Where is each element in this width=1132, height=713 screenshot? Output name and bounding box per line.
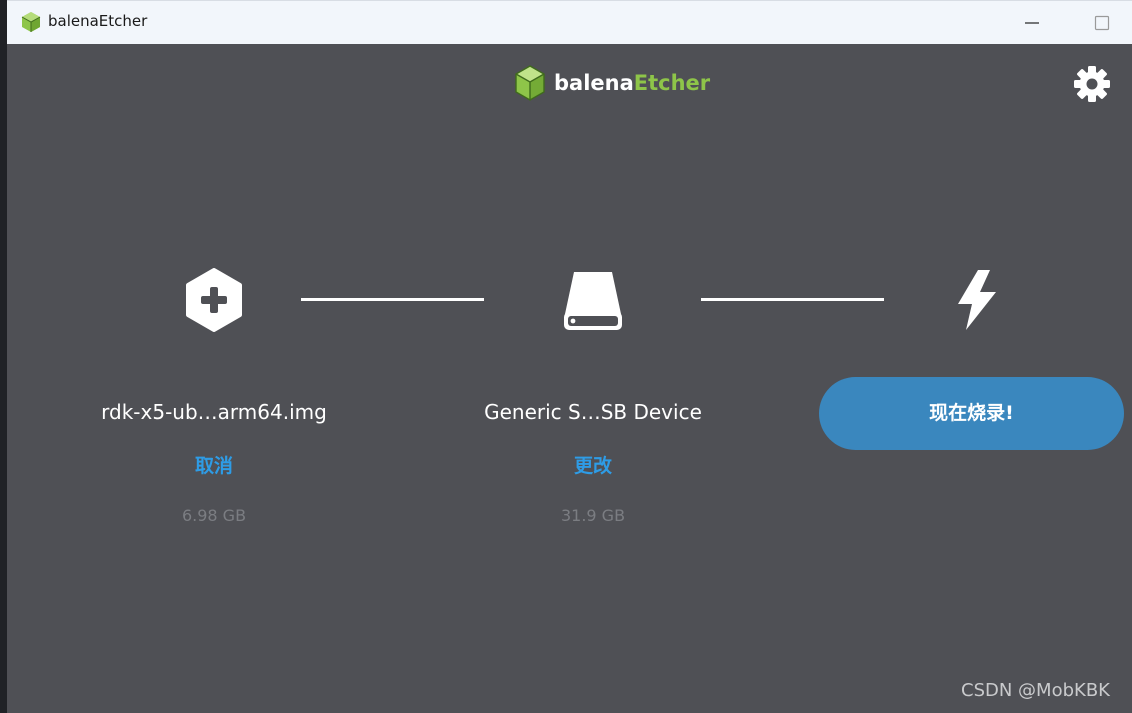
source-size: 6.98 GB xyxy=(181,506,247,525)
target-size: 31.9 GB xyxy=(560,506,626,525)
change-target-link[interactable]: 更改 xyxy=(543,451,643,478)
brand-name: balenaEtcher xyxy=(554,71,710,95)
plus-hexagon-icon[interactable] xyxy=(184,268,244,332)
connector-line-2 xyxy=(701,298,884,301)
drive-icon[interactable] xyxy=(562,268,624,332)
brand-part1: balena xyxy=(554,71,634,95)
window-title: balenaEtcher xyxy=(48,12,148,30)
target-device-name: Generic S…SB Device xyxy=(484,400,702,424)
flash-button[interactable]: 现在烧录! xyxy=(819,377,1124,450)
minimize-button[interactable] xyxy=(1009,7,1055,39)
gear-icon xyxy=(1074,66,1110,102)
maximize-icon xyxy=(1094,15,1110,31)
lightning-icon xyxy=(958,270,996,330)
settings-button[interactable] xyxy=(1073,65,1111,103)
minimize-icon xyxy=(1025,22,1039,24)
balena-cube-icon xyxy=(21,12,41,32)
watermark: CSDN @MobKBK xyxy=(961,680,1110,701)
cancel-source-link[interactable]: 取消 xyxy=(164,451,264,478)
maximize-button[interactable] xyxy=(1079,7,1125,39)
connector-line-1 xyxy=(301,298,484,301)
etcher-window: balenaEtcher balenaEtcher rdk-x5-ub…arm6… xyxy=(7,0,1132,713)
source-filename: rdk-x5-ub…arm64.img xyxy=(101,400,327,424)
balena-cube-logo-icon xyxy=(515,65,545,101)
brand-part2: Etcher xyxy=(633,71,711,95)
title-bar: balenaEtcher xyxy=(7,0,1132,44)
